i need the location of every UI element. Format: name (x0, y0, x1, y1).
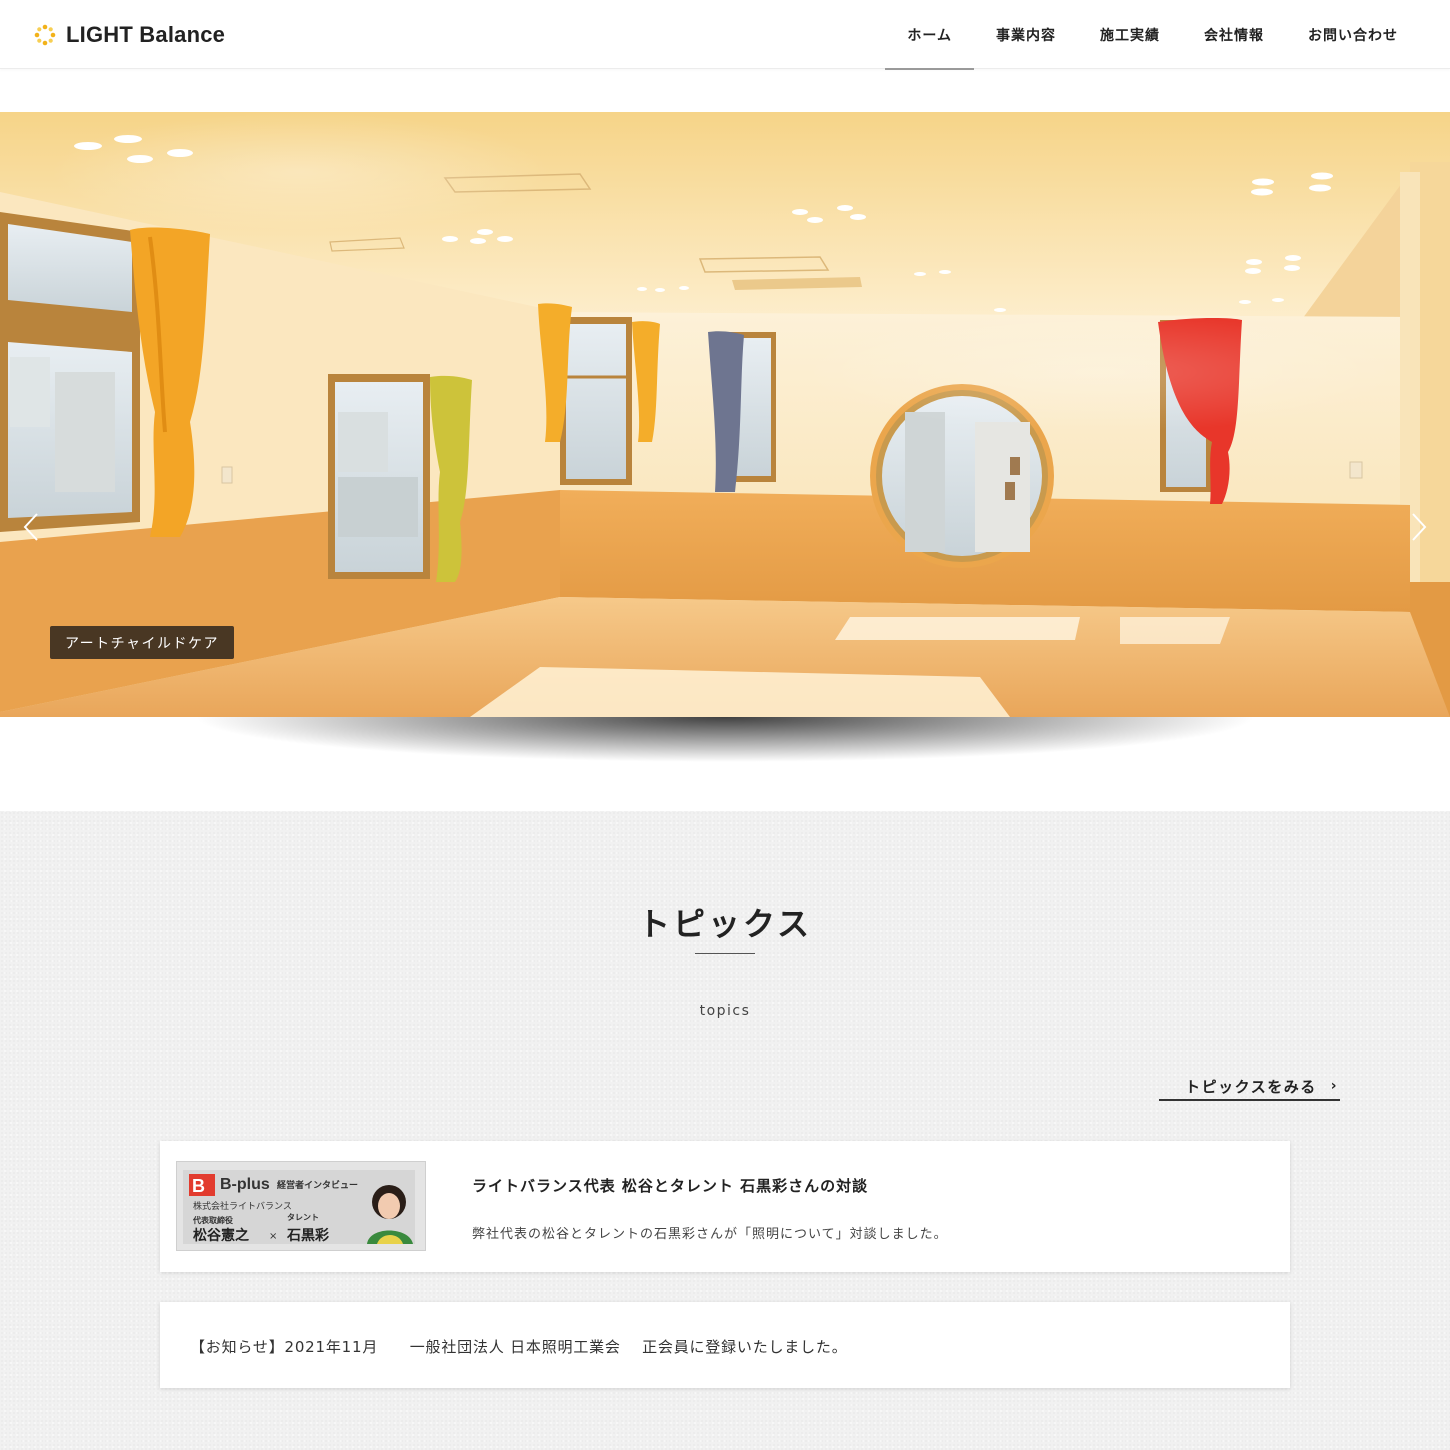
svg-text:B: B (192, 1176, 205, 1196)
nav-item-contact[interactable]: お問い合わせ (1286, 0, 1420, 69)
topics-section: トピックス topics トピックスをみる › B B-plus 経営者インタビ… (0, 811, 1450, 1450)
section-subtitle: topics (699, 1003, 751, 1019)
name2-text: 石黒彩 (286, 1227, 329, 1244)
hero-slider[interactable]: アートチャイルドケア (0, 112, 1450, 717)
role1-text: 代表取締役 (192, 1215, 233, 1225)
name1-text: 松谷憲之 (193, 1227, 249, 1244)
slider-next-button[interactable] (1404, 507, 1434, 547)
topic-card[interactable]: 【お知らせ】2021年11月 一般社団法人 日本照明工業会 正会員に登録いたしま… (160, 1302, 1290, 1388)
main-nav: ホーム 事業内容 施工実績 会社情報 お問い合わせ (885, 0, 1420, 70)
topic-thumbnail: B B-plus 経営者インタビュー 株式会社ライトバランス 代表取締役 タレン… (176, 1161, 426, 1251)
role2-text: タレント (287, 1212, 319, 1222)
times-text: × (269, 1231, 277, 1242)
chevron-right-icon (1412, 513, 1427, 541)
company-text: 株式会社ライトバランス (193, 1200, 292, 1212)
brand-text: B-plus (220, 1176, 270, 1193)
nav-item-home[interactable]: ホーム (885, 0, 974, 70)
topic-card[interactable]: B B-plus 経営者インタビュー 株式会社ライトバランス 代表取締役 タレン… (160, 1141, 1290, 1272)
slider-prev-button[interactable] (16, 507, 46, 547)
view-topics-label: トピックスをみる (1185, 1077, 1317, 1096)
logo-text: LIGHT Balance (66, 22, 226, 47)
topic-notice-text[interactable]: 【お知らせ】2021年11月 一般社団法人 日本照明工業会 正会員に登録いたしま… (190, 1336, 848, 1357)
nav-item-works[interactable]: 施工実績 (1078, 0, 1182, 69)
site-logo[interactable]: LIGHT Balance (34, 20, 225, 50)
nav-item-company[interactable]: 会社情報 (1182, 0, 1286, 69)
site-header: LIGHT Balance ホーム 事業内容 施工実績 会社情報 お問い合わせ (0, 0, 1450, 70)
chevron-right-icon: › (1330, 1078, 1338, 1094)
title-divider (695, 953, 755, 954)
section-title: トピックス (637, 905, 813, 943)
topic-title[interactable]: ライトバランス代表 松谷とタレント 石黒彩さんの対談 (472, 1175, 868, 1196)
heading-text: 経営者インタビュー (277, 1179, 358, 1191)
nav-item-business[interactable]: 事業内容 (974, 0, 1078, 69)
slide-caption: アートチャイルドケア (50, 626, 235, 659)
sunburst-logo-icon (34, 24, 56, 46)
interview-banner-image: B B-plus 経営者インタビュー 株式会社ライトバランス 代表取締役 タレン… (177, 1162, 425, 1250)
view-topics-link[interactable]: トピックスをみる › (1159, 1073, 1340, 1101)
slider-shadow (20, 717, 1430, 777)
chevron-left-icon (23, 513, 38, 541)
topic-description: 弊社代表の松谷とタレントの石黒彩さんが「照明について」対談しました。 (472, 1227, 948, 1242)
